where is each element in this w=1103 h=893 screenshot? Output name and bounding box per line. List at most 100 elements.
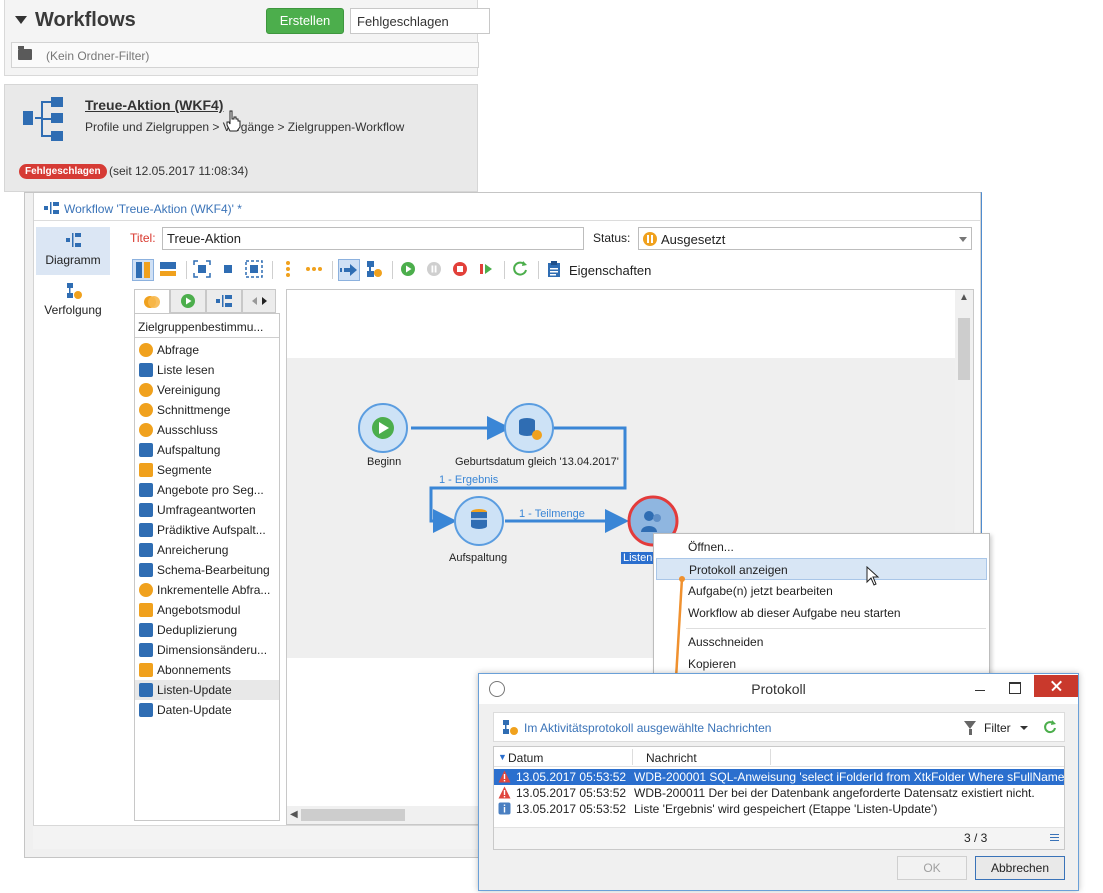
horizontal-scroll-thumb[interactable] <box>301 809 405 821</box>
palette-tab-flow[interactable] <box>170 289 206 313</box>
intersection-icon <box>139 403 153 417</box>
palette-tab-scroll[interactable] <box>242 289 276 313</box>
maximize-icon[interactable] <box>1001 678 1027 698</box>
log-table-header: ▼ Datum Nachricht <box>494 747 1064 767</box>
palette-item[interactable]: Prädiktive Aufspalt... <box>135 520 279 540</box>
menu-show-log[interactable]: Protokoll anzeigen <box>656 558 987 580</box>
link-subset-label: 1 - Teilmenge <box>519 508 585 520</box>
diagram-icon <box>66 233 81 247</box>
dialog-titlebar[interactable]: Protokoll <box>479 674 1078 704</box>
align-horizontal-button[interactable] <box>304 259 326 281</box>
read-list-icon <box>139 363 153 377</box>
palette-tab-targeting[interactable] <box>134 289 170 314</box>
tracking-icon <box>367 261 382 277</box>
properties-button[interactable] <box>544 259 566 281</box>
unconditional-stop-button[interactable] <box>476 259 498 281</box>
palette-item[interactable]: Deduplizierung <box>135 620 279 640</box>
node-start[interactable] <box>358 403 408 453</box>
filter-button[interactable]: Filter <box>984 721 1011 735</box>
palette-item[interactable]: Angebote pro Seg... <box>135 480 279 500</box>
vertical-scroll-thumb[interactable] <box>958 318 970 380</box>
palette-category-header[interactable]: Zielgruppenbestimmu... <box>135 318 279 338</box>
title-input[interactable] <box>162 227 584 250</box>
palette-item[interactable]: Listen-Update <box>135 680 279 700</box>
nav-diagram[interactable]: Diagramm <box>36 227 110 275</box>
zoom-page-button[interactable] <box>244 259 266 281</box>
palette-item[interactable]: Anreicherung <box>135 540 279 560</box>
filter-icon[interactable] <box>964 721 976 735</box>
folder-filter[interactable]: (Kein Ordner-Filter) <box>11 42 479 68</box>
palette-item[interactable]: Schema-Bearbeitung <box>135 560 279 580</box>
ok-button[interactable]: OK <box>897 856 967 880</box>
menu-open[interactable]: Öffnen... <box>656 536 987 558</box>
link-mode-button[interactable] <box>338 259 360 281</box>
palette-item[interactable]: Ausschluss <box>135 420 279 440</box>
zoom-fit-button[interactable] <box>192 259 214 281</box>
row-date: 13.05.2017 05:53:52 <box>516 802 627 816</box>
scroll-left-icon[interactable]: ◀ <box>290 809 298 820</box>
layout-vertical-button[interactable] <box>132 259 154 281</box>
palette-item-label: Daten-Update <box>157 703 232 717</box>
stop-button[interactable] <box>450 259 472 281</box>
col-message[interactable]: Nachricht <box>646 751 697 765</box>
row-count: 3 / 3 <box>964 831 988 845</box>
palette-item[interactable]: Daten-Update <box>135 700 279 720</box>
palette-item[interactable]: Dimensionsänderu... <box>135 640 279 660</box>
query-icon <box>139 343 153 357</box>
table-row[interactable]: 13.05.2017 05:53:52 WDB-200011 Der bei d… <box>494 785 1064 801</box>
table-row[interactable]: 13.05.2017 05:53:52 WDB-200001 SQL-Anwei… <box>494 769 1064 785</box>
col-date[interactable]: Datum <box>508 751 543 765</box>
create-button[interactable]: Erstellen <box>266 8 344 34</box>
palette-item[interactable]: Vereinigung <box>135 380 279 400</box>
dots-horizontal-icon <box>306 267 322 271</box>
palette-item[interactable]: Umfrageantworten <box>135 500 279 520</box>
activity-log-icon <box>503 720 518 735</box>
workflow-title-link[interactable]: Treue-Aktion (WKF4) <box>85 97 223 113</box>
zoom-actual-button[interactable] <box>218 259 240 281</box>
layout-horizontal-button[interactable] <box>158 259 180 281</box>
palette-item[interactable]: Aufspaltung <box>135 440 279 460</box>
palette-item[interactable]: Liste lesen <box>135 360 279 380</box>
close-icon[interactable] <box>1034 675 1078 697</box>
table-row[interactable]: 13.05.2017 05:53:52 Liste 'Ergebnis' wir… <box>494 801 1064 817</box>
menu-process-now[interactable]: Aufgabe(n) jetzt bearbeiten <box>656 580 987 602</box>
palette-tab-actions[interactable] <box>206 289 242 313</box>
status-filter-input[interactable] <box>350 8 490 34</box>
chevron-down-icon[interactable] <box>1020 726 1028 730</box>
sort-desc-icon[interactable]: ▼ <box>498 752 507 762</box>
subscriptions-icon <box>139 663 153 677</box>
palette-item-label: Vereinigung <box>157 383 221 397</box>
minimize-icon[interactable] <box>967 678 993 698</box>
flow-tab-icon <box>181 294 195 308</box>
palette-item[interactable]: Abonnements <box>135 660 279 680</box>
editor-tab-title[interactable]: Workflow 'Treue-Aktion (WKF4)' * <box>64 202 242 216</box>
palette-item[interactable]: Angebotsmodul <box>135 600 279 620</box>
exclusion-icon <box>139 423 153 437</box>
list-options-icon[interactable] <box>1050 834 1059 841</box>
tracking-button[interactable] <box>364 259 386 281</box>
workflow-icon <box>44 202 59 214</box>
cancel-button[interactable]: Abbrechen <box>975 856 1065 880</box>
node-query[interactable] <box>504 403 554 453</box>
menu-restart-from-task[interactable]: Workflow ab dieser Aufgabe neu starten <box>656 602 987 624</box>
status-select[interactable]: Ausgesetzt <box>638 227 972 250</box>
node-split[interactable] <box>454 496 504 546</box>
align-vertical-button[interactable] <box>278 259 300 281</box>
stop-icon <box>453 262 467 276</box>
palette-item[interactable]: Schnittmenge <box>135 400 279 420</box>
palette-item[interactable]: Inkrementelle Abfra... <box>135 580 279 600</box>
menu-copy[interactable]: Kopieren <box>656 653 987 675</box>
palette-item-label: Abonnements <box>157 663 232 677</box>
nav-tracking[interactable]: Verfolgung <box>36 277 110 325</box>
collapse-caret-icon[interactable] <box>15 16 27 24</box>
workflow-card[interactable]: Treue-Aktion (WKF4) Profile und Zielgrup… <box>4 84 478 192</box>
refresh-button[interactable] <box>510 259 532 281</box>
start-button[interactable] <box>398 259 420 281</box>
refresh-icon[interactable] <box>1042 719 1058 735</box>
menu-cut[interactable]: Ausschneiden <box>656 631 987 653</box>
properties-label[interactable]: Eigenschaften <box>569 263 651 278</box>
palette-item[interactable]: Abfrage <box>135 340 279 360</box>
pause-button[interactable] <box>424 259 446 281</box>
palette-item[interactable]: Segmente <box>135 460 279 480</box>
scroll-up-icon[interactable]: ▲ <box>959 292 969 303</box>
